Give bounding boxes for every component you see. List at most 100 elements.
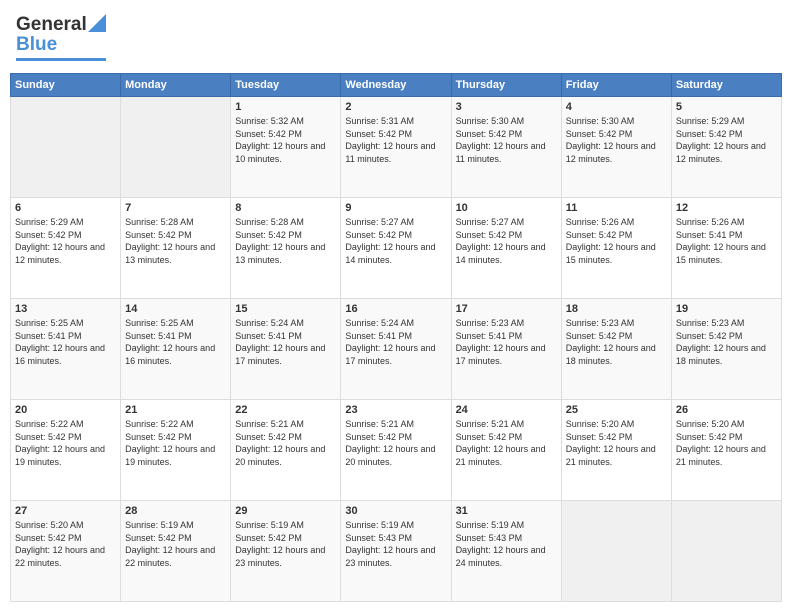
day-number: 30 xyxy=(345,505,446,517)
day-number: 14 xyxy=(125,303,226,315)
calendar-cell: 15Sunrise: 5:24 AMSunset: 5:41 PMDayligh… xyxy=(231,299,341,400)
calendar-cell: 18Sunrise: 5:23 AMSunset: 5:42 PMDayligh… xyxy=(561,299,671,400)
weekday-header-row: SundayMondayTuesdayWednesdayThursdayFrid… xyxy=(11,74,782,97)
day-info: Sunrise: 5:19 AMSunset: 5:43 PMDaylight:… xyxy=(456,519,557,569)
day-number: 5 xyxy=(676,101,777,113)
logo: General Blue xyxy=(16,14,106,61)
calendar-week-3: 13 Sunrise: 5:25 AMSunset: 5:41 PMDayligh… xyxy=(11,299,782,400)
calendar-cell: 7Sunrise: 5:28 AMSunset: 5:42 PMDaylight… xyxy=(121,198,231,299)
calendar-cell: 5Sunrise: 5:29 AMSunset: 5:42 PMDaylight… xyxy=(671,97,781,198)
day-number: 18 xyxy=(566,303,667,315)
calendar-cell: 30 Sunrise: 5:19 AMSunset: 5:43 PMDayligh… xyxy=(341,501,451,602)
calendar-cell: 26 Sunrise: 5:20 AMSunset: 5:42 PMDayligh… xyxy=(671,400,781,501)
day-number: 4 xyxy=(566,101,667,113)
calendar-cell: 31 Sunrise: 5:19 AMSunset: 5:43 PMDayligh… xyxy=(451,501,561,602)
day-info: Sunrise: 5:20 AMSunset: 5:42 PMDaylight:… xyxy=(566,418,667,468)
logo-underline xyxy=(16,58,106,61)
calendar-cell xyxy=(11,97,121,198)
calendar-cell: 16 Sunrise: 5:24 AMSunset: 5:41 PMDayligh… xyxy=(341,299,451,400)
logo-general-text: General xyxy=(16,14,87,36)
weekday-header-tuesday: Tuesday xyxy=(231,74,341,97)
calendar-cell: 6 Sunrise: 5:29 AMSunset: 5:42 PMDaylight… xyxy=(11,198,121,299)
calendar-cell: 4 Sunrise: 5:30 AMSunset: 5:42 PMDaylight… xyxy=(561,97,671,198)
day-number: 1 xyxy=(235,101,336,113)
day-number: 26 xyxy=(676,404,777,416)
day-info: Sunrise: 5:27 AMSunset: 5:42 PMDaylight:… xyxy=(345,216,446,266)
day-number: 15 xyxy=(235,303,336,315)
day-info: Sunrise: 5:26 AMSunset: 5:41 PMDaylight:… xyxy=(676,216,777,266)
calendar-week-1: 1 Sunrise: 5:32 AMSunset: 5:42 PMDaylight… xyxy=(11,97,782,198)
calendar-cell xyxy=(121,97,231,198)
day-number: 12 xyxy=(676,202,777,214)
day-number: 29 xyxy=(235,505,336,517)
calendar-cell: 14 Sunrise: 5:25 AMSunset: 5:41 PMDayligh… xyxy=(121,299,231,400)
page: General Blue SundayMondayTuesdayWednesda… xyxy=(0,0,792,612)
day-number: 16 xyxy=(345,303,446,315)
day-info: Sunrise: 5:19 AMSunset: 5:43 PMDaylight:… xyxy=(345,519,446,569)
calendar-week-2: 6 Sunrise: 5:29 AMSunset: 5:42 PMDaylight… xyxy=(11,198,782,299)
day-info: Sunrise: 5:21 AMSunset: 5:42 PMDaylight:… xyxy=(345,418,446,468)
day-info: Sunrise: 5:32 AMSunset: 5:42 PMDaylight:… xyxy=(235,115,336,165)
calendar-cell: 11 Sunrise: 5:26 AMSunset: 5:42 PMDayligh… xyxy=(561,198,671,299)
day-number: 10 xyxy=(456,202,557,214)
day-info: Sunrise: 5:26 AMSunset: 5:42 PMDaylight:… xyxy=(566,216,667,266)
weekday-header-friday: Friday xyxy=(561,74,671,97)
day-number: 13 xyxy=(15,303,116,315)
calendar-cell xyxy=(671,501,781,602)
day-number: 6 xyxy=(15,202,116,214)
weekday-header-wednesday: Wednesday xyxy=(341,74,451,97)
day-info: Sunrise: 5:20 AMSunset: 5:42 PMDaylight:… xyxy=(676,418,777,468)
day-number: 23 xyxy=(345,404,446,416)
day-info: Sunrise: 5:21 AMSunset: 5:42 PMDaylight:… xyxy=(456,418,557,468)
day-info: Sunrise: 5:23 AMSunset: 5:42 PMDaylight:… xyxy=(676,317,777,367)
calendar-table: SundayMondayTuesdayWednesdayThursdayFrid… xyxy=(10,73,782,602)
calendar-cell xyxy=(561,501,671,602)
weekday-header-saturday: Saturday xyxy=(671,74,781,97)
calendar-cell: 12 Sunrise: 5:26 AMSunset: 5:41 PMDayligh… xyxy=(671,198,781,299)
calendar-cell: 17Sunrise: 5:23 AMSunset: 5:41 PMDayligh… xyxy=(451,299,561,400)
day-info: Sunrise: 5:19 AMSunset: 5:42 PMDaylight:… xyxy=(235,519,336,569)
header: General Blue xyxy=(10,10,782,65)
calendar-cell: 8 Sunrise: 5:28 AMSunset: 5:42 PMDaylight… xyxy=(231,198,341,299)
calendar-cell: 13Sunrise: 5:25 AMSunset: 5:41 PMDayligh… xyxy=(11,299,121,400)
day-number: 22 xyxy=(235,404,336,416)
weekday-header-sunday: Sunday xyxy=(11,74,121,97)
day-info: Sunrise: 5:31 AMSunset: 5:42 PMDaylight:… xyxy=(345,115,446,165)
calendar-cell: 3 Sunrise: 5:30 AMSunset: 5:42 PMDaylight… xyxy=(451,97,561,198)
day-info: Sunrise: 5:28 AMSunset: 5:42 PMDaylight:… xyxy=(235,216,336,266)
day-info: Sunrise: 5:25 AMSunset: 5:41 PMDaylight:… xyxy=(125,317,226,367)
day-info: Sunrise: 5:30 AMSunset: 5:42 PMDaylight:… xyxy=(566,115,667,165)
calendar-cell: 29 Sunrise: 5:19 AMSunset: 5:42 PMDayligh… xyxy=(231,501,341,602)
weekday-header-thursday: Thursday xyxy=(451,74,561,97)
calendar-cell: 25Sunrise: 5:20 AMSunset: 5:42 PMDayligh… xyxy=(561,400,671,501)
day-number: 2 xyxy=(345,101,446,113)
day-info: Sunrise: 5:19 AMSunset: 5:42 PMDaylight:… xyxy=(125,519,226,569)
day-number: 19 xyxy=(676,303,777,315)
calendar-cell: 2 Sunrise: 5:31 AMSunset: 5:42 PMDaylight… xyxy=(341,97,451,198)
calendar-cell: 28 Sunrise: 5:19 AMSunset: 5:42 PMDayligh… xyxy=(121,501,231,602)
weekday-header-monday: Monday xyxy=(121,74,231,97)
day-info: Sunrise: 5:28 AMSunset: 5:42 PMDaylight:… xyxy=(125,216,226,266)
day-info: Sunrise: 5:27 AMSunset: 5:42 PMDaylight:… xyxy=(456,216,557,266)
calendar-week-5: 27Sunrise: 5:20 AMSunset: 5:42 PMDayligh… xyxy=(11,501,782,602)
day-number: 9 xyxy=(345,202,446,214)
day-info: Sunrise: 5:30 AMSunset: 5:42 PMDaylight:… xyxy=(456,115,557,165)
day-number: 11 xyxy=(566,202,667,214)
day-info: Sunrise: 5:22 AMSunset: 5:42 PMDaylight:… xyxy=(125,418,226,468)
day-number: 31 xyxy=(456,505,557,517)
calendar-cell: 23 Sunrise: 5:21 AMSunset: 5:42 PMDayligh… xyxy=(341,400,451,501)
day-info: Sunrise: 5:20 AMSunset: 5:42 PMDaylight:… xyxy=(15,519,116,569)
day-number: 28 xyxy=(125,505,226,517)
day-info: Sunrise: 5:29 AMSunset: 5:42 PMDaylight:… xyxy=(15,216,116,266)
logo-triangle-icon xyxy=(88,14,106,32)
day-info: Sunrise: 5:24 AMSunset: 5:41 PMDaylight:… xyxy=(345,317,446,367)
calendar-week-4: 20Sunrise: 5:22 AMSunset: 5:42 PMDayligh… xyxy=(11,400,782,501)
day-info: Sunrise: 5:21 AMSunset: 5:42 PMDaylight:… xyxy=(235,418,336,468)
day-number: 3 xyxy=(456,101,557,113)
day-number: 8 xyxy=(235,202,336,214)
day-info: Sunrise: 5:23 AMSunset: 5:41 PMDaylight:… xyxy=(456,317,557,367)
calendar-cell: 20Sunrise: 5:22 AMSunset: 5:42 PMDayligh… xyxy=(11,400,121,501)
day-number: 21 xyxy=(125,404,226,416)
calendar-cell: 19 Sunrise: 5:23 AMSunset: 5:42 PMDayligh… xyxy=(671,299,781,400)
calendar-cell: 24Sunrise: 5:21 AMSunset: 5:42 PMDayligh… xyxy=(451,400,561,501)
